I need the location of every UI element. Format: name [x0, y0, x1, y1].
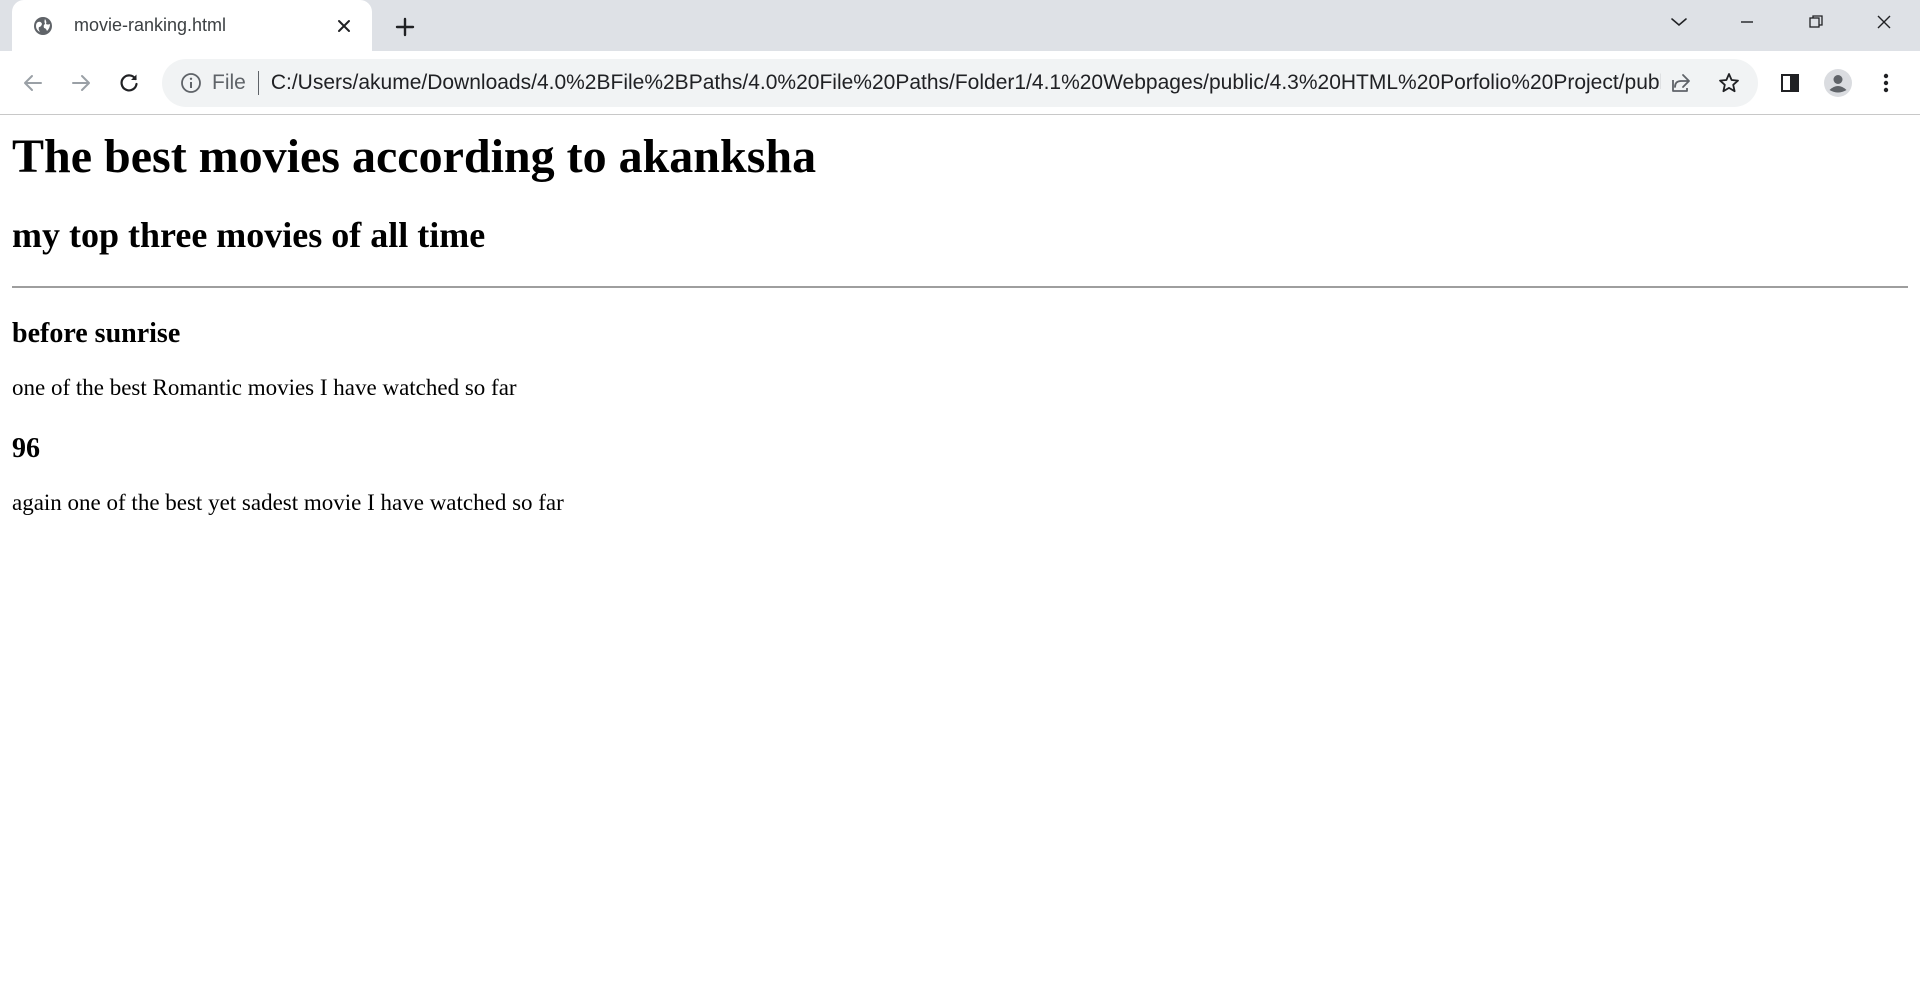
close-tab-icon[interactable]: [330, 12, 358, 40]
bookmark-star-icon[interactable]: [1710, 64, 1748, 102]
reload-icon[interactable]: [110, 64, 148, 102]
globe-icon: [32, 15, 54, 37]
page-viewport: The best movies according to akanksha my…: [0, 115, 1920, 1008]
forward-arrow-icon[interactable]: [62, 64, 100, 102]
info-icon[interactable]: [176, 68, 206, 98]
menu-kebab-icon[interactable]: [1867, 64, 1905, 102]
address-bar[interactable]: File C:/Users/akume/Downloads/4.0%2BFile…: [162, 59, 1758, 107]
tab-strip: movie-ranking.html: [0, 0, 1920, 51]
tab-search-icon[interactable]: [1651, 0, 1707, 44]
scheme-label: File: [212, 71, 246, 94]
horizontal-rule: [12, 286, 1908, 288]
restore-icon[interactable]: [1788, 0, 1844, 44]
active-tab[interactable]: movie-ranking.html: [12, 0, 372, 51]
tab-title: movie-ranking.html: [74, 15, 227, 35]
movie-description: one of the best Romantic movies I have w…: [12, 375, 517, 400]
scheme-divider: [257, 71, 259, 95]
share-icon[interactable]: [1662, 64, 1700, 102]
browser-toolbar: File C:/Users/akume/Downloads/4.0%2BFile…: [0, 51, 1920, 115]
movie-description: again one of the best yet sadest movie I…: [12, 490, 564, 515]
browser-window: movie-ranking.html File C:/Users/akume/D…: [0, 0, 1920, 1008]
close-window-icon[interactable]: [1856, 0, 1912, 44]
url-text[interactable]: C:/Users/akume/Downloads/4.0%2BFile%2BPa…: [271, 71, 1661, 95]
back-arrow-icon[interactable]: [14, 64, 52, 102]
profile-avatar-icon[interactable]: [1819, 64, 1857, 102]
side-panel-icon[interactable]: [1771, 64, 1809, 102]
new-tab-icon[interactable]: [388, 10, 422, 44]
movie-title: 96: [12, 433, 40, 464]
page-title: The best movies according to akanksha: [12, 130, 817, 183]
movie-title: before sunrise: [12, 318, 181, 349]
page-subtitle: my top three movies of all time: [12, 215, 486, 255]
minimize-icon[interactable]: [1719, 0, 1775, 44]
